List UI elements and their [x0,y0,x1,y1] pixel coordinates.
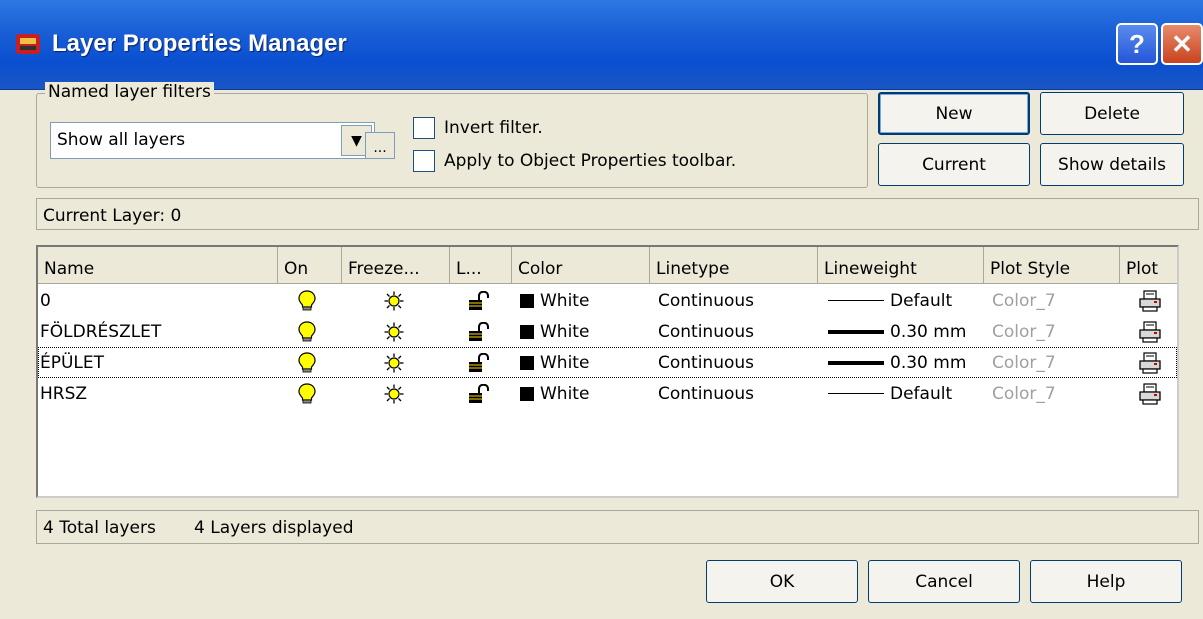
column-header-linetype[interactable]: Linetype [650,247,818,284]
apply-toolbar-checkbox[interactable] [413,150,435,172]
layer-color[interactable]: White [520,347,645,378]
invert-filter-label: Invert filter. [444,118,543,138]
show-details-button[interactable]: Show details [1040,143,1184,186]
layer-row[interactable]: FÖLDRÉSZLET White Continuous 0.30 mm Col… [38,316,1177,347]
color-label: White [540,383,590,404]
layer-name[interactable]: HRSZ [40,378,276,409]
column-header-on[interactable]: On [278,247,342,284]
browse-filters-button[interactable]: ... [365,132,395,159]
layer-color[interactable]: White [520,285,645,316]
total-layers-count: 4 Total layers [43,518,156,538]
layer-list[interactable]: Name On Freeze... L... Color Linetype Li… [36,245,1179,498]
named-layer-filters-label: Named layer filters [45,82,214,102]
unlocked-padlock-icon[interactable] [468,378,498,409]
unlocked-padlock-icon[interactable] [468,285,498,316]
lineweight-label: 0.30 mm [890,321,967,342]
color-swatch [520,324,534,339]
lightbulb-icon[interactable] [298,285,328,316]
layer-row[interactable]: 0 White Continuous Default Color_7 [38,285,1177,316]
layer-filter-combo[interactable]: Show all layers ▼ [50,122,375,159]
layer-color[interactable]: White [520,316,645,347]
sun-icon[interactable] [384,378,414,409]
color-label: White [540,321,590,342]
lineweight-sample [828,393,884,394]
ok-button[interactable]: OK [706,560,858,603]
lineweight-label: 0.30 mm [890,352,967,373]
printer-icon[interactable] [1138,347,1168,378]
layer-list-header: Name On Freeze... L... Color Linetype Li… [38,247,1177,284]
delete-layer-button[interactable]: Delete [1040,92,1184,135]
unlocked-padlock-icon[interactable] [468,347,498,378]
lineweight-label: Default [890,383,953,404]
lineweight-sample [828,360,884,365]
column-header-name[interactable]: Name [38,247,278,284]
title-bar: Layer Properties Manager ? ✕ [0,0,1203,90]
layer-row[interactable]: ÉPÜLET White Continuous 0.30 mm Color_7 [38,347,1177,378]
column-header-plot-style[interactable]: Plot Style [984,247,1120,284]
layer-plot-style: Color_7 [992,383,1056,404]
layer-lineweight[interactable]: 0.30 mm [828,316,978,347]
printer-icon[interactable] [1138,378,1168,409]
unlocked-padlock-icon[interactable] [468,316,498,347]
help-title-button[interactable]: ? [1116,23,1158,65]
column-header-freeze[interactable]: Freeze... [342,247,450,284]
color-label: White [540,290,590,311]
color-label: White [540,352,590,373]
layer-name[interactable]: ÉPÜLET [40,347,276,378]
color-swatch [520,355,534,370]
app-icon [14,30,42,58]
apply-toolbar-label: Apply to Object Properties toolbar. [444,151,737,171]
sun-icon[interactable] [384,316,414,347]
lineweight-sample [828,329,884,334]
color-swatch [520,386,534,401]
layer-filter-value: Show all layers [57,130,186,150]
layer-linetype[interactable]: Continuous [658,347,813,378]
layer-lineweight[interactable]: Default [828,378,978,409]
sun-icon[interactable] [384,347,414,378]
column-header-lineweight[interactable]: Lineweight [818,247,984,284]
sun-icon[interactable] [384,285,414,316]
layer-name[interactable]: 0 [40,285,276,316]
column-header-color[interactable]: Color [512,247,650,284]
layer-lineweight[interactable]: Default [828,285,978,316]
column-header-lock[interactable]: L... [450,247,512,284]
layer-lineweight[interactable]: 0.30 mm [828,347,978,378]
layer-linetype[interactable]: Continuous [658,378,813,409]
layer-plot-style: Color_7 [992,321,1056,342]
layer-name[interactable]: FÖLDRÉSZLET [40,316,276,347]
status-bar: 4 Total layers 4 Layers displayed [36,510,1199,544]
set-current-button[interactable]: Current [878,143,1030,186]
lineweight-label: Default [890,290,953,311]
layer-plot-style: Color_7 [992,352,1056,373]
new-layer-button[interactable]: New [878,92,1030,135]
layer-linetype[interactable]: Continuous [658,285,813,316]
current-layer-display: Current Layer: 0 [36,198,1199,230]
invert-filter-checkbox[interactable] [413,117,435,139]
layer-color[interactable]: White [520,378,645,409]
lineweight-sample [828,300,884,301]
lightbulb-icon[interactable] [298,347,328,378]
printer-icon[interactable] [1138,316,1168,347]
layer-linetype[interactable]: Continuous [658,316,813,347]
close-button[interactable]: ✕ [1161,23,1203,65]
column-header-plot[interactable]: Plot [1120,247,1177,284]
displayed-layers-count: 4 Layers displayed [194,518,354,538]
printer-icon[interactable] [1138,285,1168,316]
layer-row[interactable]: HRSZ White Continuous Default Color_7 [38,378,1177,409]
color-swatch [520,293,534,308]
lightbulb-icon[interactable] [298,378,328,409]
help-button[interactable]: Help [1030,560,1182,603]
cancel-button[interactable]: Cancel [868,560,1020,603]
window-title: Layer Properties Manager [52,30,347,57]
layer-plot-style: Color_7 [992,290,1056,311]
lightbulb-icon[interactable] [298,316,328,347]
